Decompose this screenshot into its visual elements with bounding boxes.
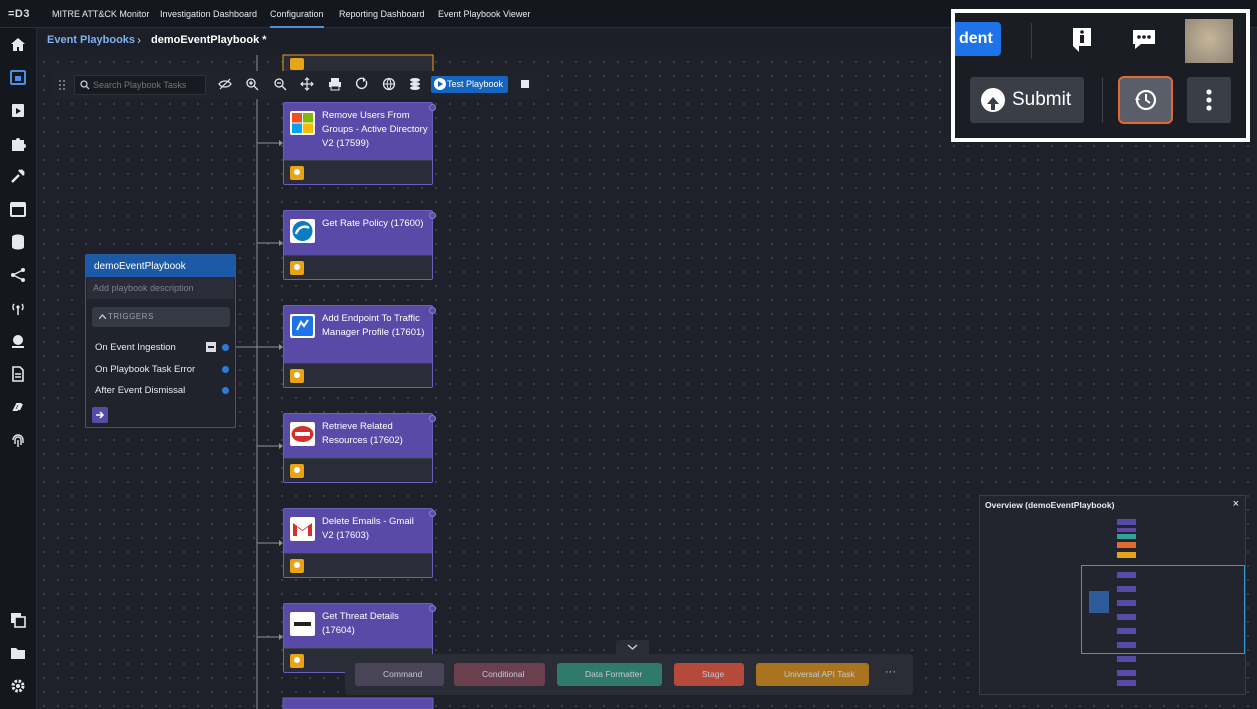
lightbulb-icon[interactable] (290, 464, 304, 478)
trigger-after-event-dismissal[interactable]: After Event Dismissal (95, 385, 185, 396)
task-footer (284, 553, 432, 577)
refresh-icon[interactable] (355, 77, 369, 91)
test-playbook-button[interactable]: Test Playbook (431, 76, 508, 93)
close-icon[interactable]: × (1233, 498, 1239, 510)
task-footer (284, 363, 432, 387)
fit-view-icon[interactable] (300, 77, 314, 91)
zoomed-inset-content: dent Submit (955, 13, 1246, 138)
search-input[interactable] (93, 78, 203, 92)
task-node[interactable]: Retrieve Related Resources (17602) (283, 413, 436, 483)
palette-command[interactable]: Command (355, 663, 444, 686)
task-name: Add Endpoint To Traffic Manager Profile … (322, 313, 425, 338)
upload-icon (981, 88, 1005, 112)
trigger-port[interactable] (222, 344, 229, 351)
lightbulb-icon[interactable] (290, 369, 304, 383)
task-port[interactable] (429, 104, 436, 111)
zoom-in-icon[interactable] (245, 77, 259, 91)
task-node[interactable]: Remove Users From Groups - Active Direct… (283, 102, 436, 185)
submit-button[interactable]: Submit (970, 77, 1084, 123)
lightbulb-icon[interactable] (290, 654, 304, 668)
globe-icon[interactable] (382, 77, 396, 91)
collapse-icon[interactable] (206, 342, 216, 352)
triggers-toggle[interactable]: TRIGGERS (92, 307, 230, 327)
playbook-title[interactable]: demoEventPlaybook (86, 255, 235, 277)
trigger-port[interactable] (222, 387, 229, 394)
triggers-label: TRIGGERS (108, 312, 154, 321)
task-footer (284, 160, 432, 184)
info-icon[interactable] (1071, 27, 1093, 53)
divider (1102, 77, 1103, 123)
palette-data-formatter[interactable]: Data Formatter (557, 663, 662, 686)
microsoft-icon (290, 111, 315, 135)
stop-icon[interactable] (521, 80, 529, 88)
zoom-out-icon[interactable] (273, 77, 287, 91)
task-name: Delete Emails - Gmail V2 (17603) (322, 516, 414, 541)
task-port[interactable] (429, 212, 436, 219)
palette-conditional[interactable]: Conditional (454, 663, 545, 686)
azure-icon (290, 314, 315, 338)
playbook-description-field[interactable]: Add playbook description (87, 277, 234, 299)
avatar[interactable] (1185, 19, 1233, 63)
task-name: Remove Users From Groups - Active Direct… (322, 110, 428, 149)
submit-label: Submit (1012, 89, 1072, 110)
trigger-on-event-ingestion[interactable]: On Event Ingestion (95, 342, 176, 353)
lightbulb-icon[interactable] (290, 261, 304, 275)
task-footer (284, 255, 432, 279)
test-playbook-label: Test Playbook (447, 79, 504, 89)
proofpoint-icon (290, 612, 315, 636)
palette-universal-api-task[interactable]: Universal API Task (756, 663, 869, 686)
task-name: Retrieve Related Resources (17602) (322, 421, 403, 446)
arrow-right-icon (96, 411, 105, 419)
task-port[interactable] (429, 415, 436, 422)
layers-icon[interactable] (408, 77, 422, 91)
task-name: Get Rate Policy (17600) (322, 218, 424, 229)
task-footer (284, 458, 432, 482)
play-icon (434, 78, 446, 90)
trigger-port[interactable] (222, 366, 229, 373)
task-node[interactable]: Get Rate Policy (17600) (283, 210, 436, 280)
search-icon (80, 80, 90, 90)
palette-conditional-label: Conditional (482, 669, 525, 679)
history-icon (1135, 89, 1157, 111)
palette-more-button[interactable]: ··· (885, 666, 896, 678)
expand-button[interactable] (92, 407, 108, 423)
history-button[interactable] (1118, 76, 1173, 124)
hide-icon[interactable] (218, 77, 232, 91)
task-name: Get Threat Details (17604) (322, 611, 399, 636)
overview-panel: Overview (demoEventPlaybook) × (979, 495, 1246, 695)
palette-universal-api-task-label: Universal API Task (784, 669, 855, 679)
chevron-down-icon (627, 644, 638, 650)
chevron-up-icon (99, 314, 106, 319)
trigger-on-playbook-task-error[interactable]: On Playbook Task Error (95, 364, 195, 375)
zoomed-inset: dent Submit (951, 9, 1250, 142)
palette-stage-label: Stage (702, 669, 725, 679)
overview-title: Overview (demoEventPlaybook) (985, 500, 1115, 510)
playbook-start-node[interactable]: demoEventPlaybook Add playbook descripti… (85, 254, 236, 428)
divider (1031, 23, 1032, 59)
overview-viewport[interactable] (1081, 565, 1245, 654)
palette-data-formatter-label: Data Formatter (585, 669, 643, 679)
lightbulb-icon[interactable] (290, 559, 304, 573)
task-port[interactable] (429, 605, 436, 612)
task-node[interactable]: Delete Emails - Gmail V2 (17603) (283, 508, 436, 578)
palette-command-label: Command (383, 669, 423, 679)
cloud-icon (290, 219, 315, 243)
task-node[interactable]: Add Endpoint To Traffic Manager Profile … (283, 305, 436, 388)
more-options-button[interactable] (1187, 77, 1231, 123)
drag-handle-icon[interactable] (58, 79, 66, 91)
print-icon[interactable] (328, 77, 342, 91)
task-palette: Command Conditional Data Formatter Stage… (345, 654, 913, 695)
search-field[interactable] (74, 75, 206, 95)
partial-blue-button[interactable]: dent (955, 22, 1001, 56)
task-port[interactable] (429, 510, 436, 517)
palette-stage[interactable]: Stage (674, 663, 744, 686)
lightbulb-icon[interactable] (290, 166, 304, 180)
palette-collapse-button[interactable] (616, 640, 649, 655)
more-vertical-icon (1206, 89, 1212, 111)
chat-icon[interactable] (1131, 28, 1157, 50)
gmail-icon (290, 517, 315, 541)
task-port[interactable] (429, 307, 436, 314)
resource-icon (290, 422, 315, 446)
